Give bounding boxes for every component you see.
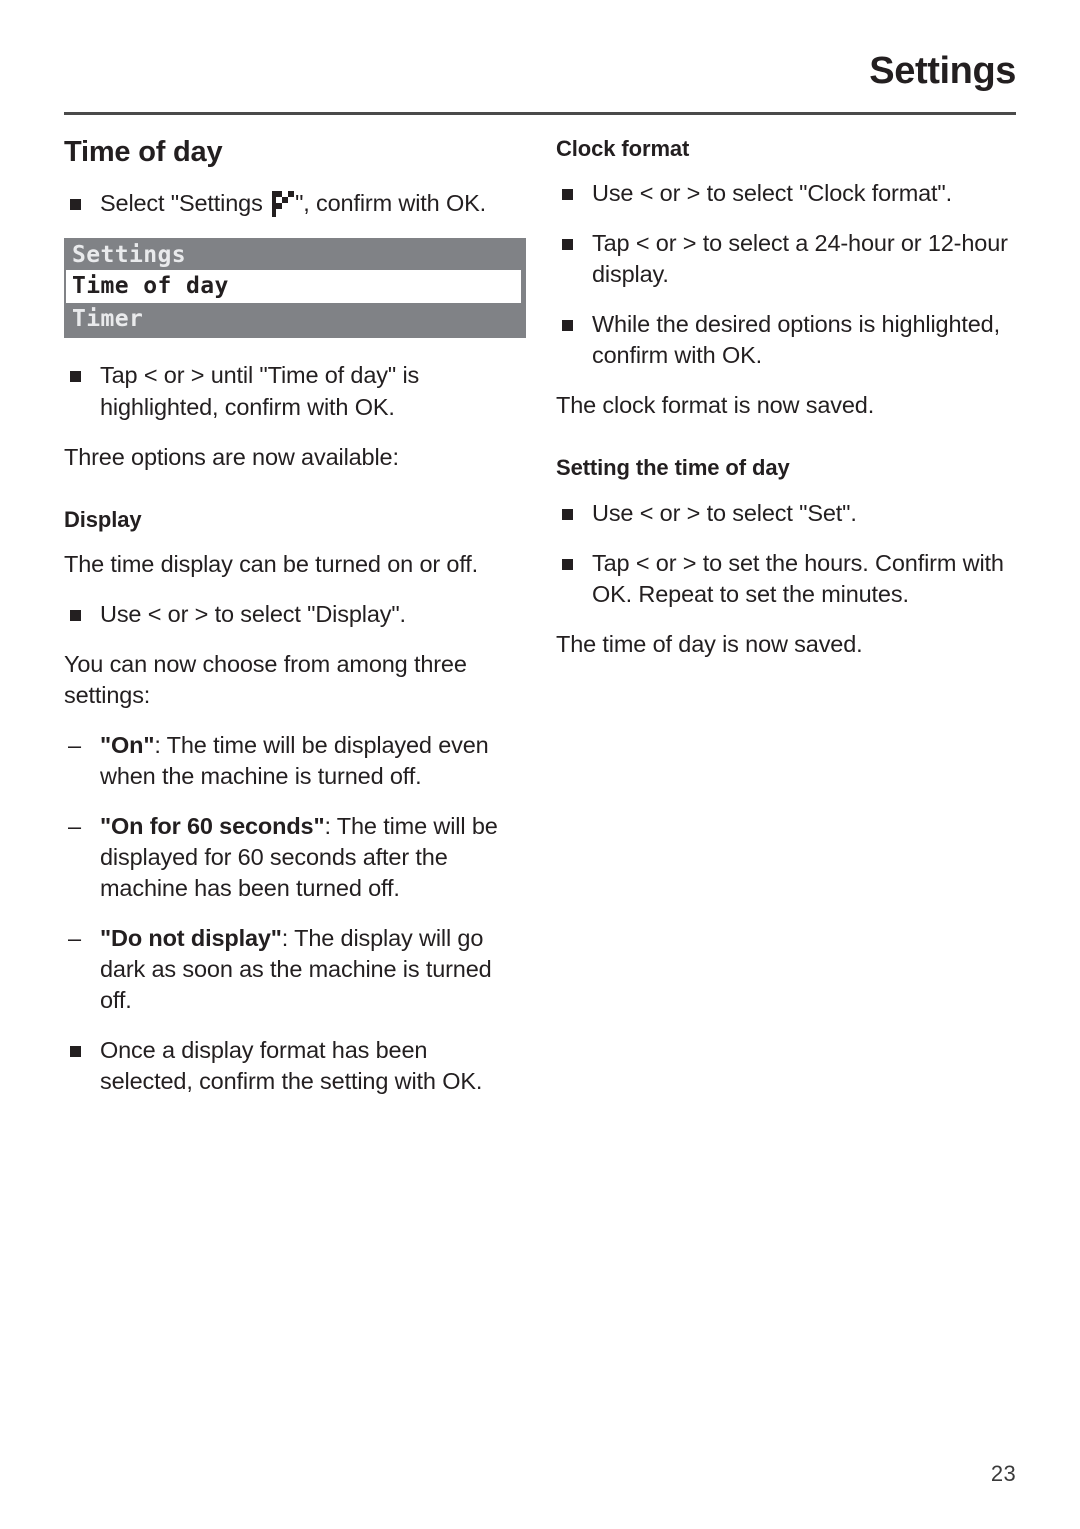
bullet-once-selected-confirm-text: Once a display format has been selected,… xyxy=(100,1037,483,1095)
dash-marker-icon: – xyxy=(68,812,81,839)
dash-option-on: – "On": The time will be displayed even … xyxy=(64,730,524,792)
bullet-tap-until-highlighted-text: Tap < or > until "Time of day" is highli… xyxy=(100,362,420,420)
bullet-use-select-display: Use < or > to select "Display". xyxy=(64,599,524,630)
running-header: Settings xyxy=(64,52,1016,90)
lcd-item-timer: Timer xyxy=(72,306,144,333)
bullet-tap-set-hours-text: Tap < or > to set the hours. Confirm wit… xyxy=(592,549,1004,607)
para-time-of-day-saved: The time of day is now saved. xyxy=(556,630,863,657)
lcd-screenshot: Settings Time of day Timer xyxy=(64,238,526,339)
page-number: 23 xyxy=(990,1461,1016,1486)
dash-option-on-label: "On" xyxy=(100,731,155,758)
bullet-once-selected-confirm: Once a display format has been selected,… xyxy=(64,1035,524,1097)
dash-option-do-not-display: – "Do not display": The display will go … xyxy=(64,923,524,1016)
section-title-time-of-day: Time of day xyxy=(64,136,223,168)
bullet-use-select-clock-format: Use < or > to select "Clock format". xyxy=(556,178,1016,209)
para-clock-format-saved: The clock format is now saved. xyxy=(556,392,875,419)
dash-option-on-60-label: "On for 60 seconds" xyxy=(100,812,325,839)
bullet-use-select-set: Use < or > to select "Set". xyxy=(556,498,1016,529)
bullet-tap-24-or-12-hour-text: Tap < or > to select a 24-hour or 12-hou… xyxy=(592,230,1008,288)
document-page: Settings Time of day Select "Settings ",… xyxy=(0,0,1080,1529)
dash-option-on-text: : The time will be displayed even when t… xyxy=(100,731,489,789)
subsection-display-heading: Display xyxy=(64,506,142,532)
bullet-square-icon xyxy=(70,609,81,621)
settings-flag-icon xyxy=(272,191,295,218)
bullet-select-settings-text-pre: Select "Settings xyxy=(100,190,270,217)
para-choose-three-settings: You can now choose from among three sett… xyxy=(64,650,467,708)
lcd-selected-item: Time of day xyxy=(72,273,229,300)
bullet-use-select-display-text: Use < or > to select "Display". xyxy=(100,600,406,627)
bullet-select-settings: Select "Settings ", confirm with OK. xyxy=(64,188,524,219)
subsection-clock-format-heading: Clock format xyxy=(556,136,690,161)
bullet-use-select-clock-format-text: Use < or > to select "Clock format". xyxy=(592,180,952,207)
bullet-tap-24-or-12-hour: Tap < or > to select a 24-hour or 12-hou… xyxy=(556,228,1016,290)
dash-option-on-60-seconds: – "On for 60 seconds": The time will be … xyxy=(64,811,524,904)
subsection-setting-time-of-day-heading: Setting the time of day xyxy=(556,455,790,481)
bullet-while-highlighted-confirm: While the desired options is highlighted… xyxy=(556,309,1016,371)
bullet-use-select-set-text: Use < or > to select "Set". xyxy=(592,499,857,526)
bullet-square-icon xyxy=(562,239,573,251)
bullet-square-icon xyxy=(70,1046,81,1058)
header-divider xyxy=(64,112,1016,115)
bullet-while-highlighted-confirm-text: While the desired options is highlighted… xyxy=(592,311,1000,369)
left-column: Time of day Select "Settings ", confirm … xyxy=(64,136,526,1116)
lcd-title: Settings xyxy=(72,242,186,269)
bullet-select-settings-text-post: ", confirm with OK. xyxy=(295,190,486,217)
bullet-square-icon xyxy=(562,558,573,570)
bullet-square-icon xyxy=(562,320,573,332)
dash-option-do-not-display-label: "Do not display" xyxy=(100,924,282,951)
bullet-square-icon xyxy=(562,508,573,520)
page-title: Settings xyxy=(869,50,1016,92)
bullet-tap-set-hours: Tap < or > to set the hours. Confirm wit… xyxy=(556,548,1016,610)
body-columns: Time of day Select "Settings ", confirm … xyxy=(64,136,1016,1416)
para-display-on-off: The time display can be turned on or off… xyxy=(64,550,479,577)
bullet-square-icon xyxy=(70,371,81,383)
right-column: Clock format Use < or > to select "Clock… xyxy=(556,136,1016,679)
bullet-square-icon xyxy=(70,199,81,211)
dash-marker-icon: – xyxy=(68,924,81,951)
bullet-tap-until-highlighted: Tap < or > until "Time of day" is highli… xyxy=(64,360,524,422)
dash-marker-icon: – xyxy=(68,731,81,758)
bullet-square-icon xyxy=(562,189,573,201)
para-three-options: Three options are now available: xyxy=(64,443,399,470)
